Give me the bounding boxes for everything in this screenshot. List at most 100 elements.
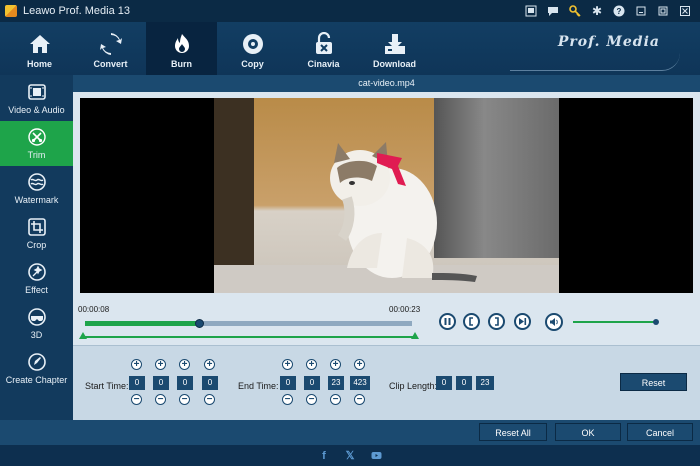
- end-min-field[interactable]: 0: [304, 376, 320, 390]
- set-end-button[interactable]: [488, 313, 505, 330]
- app-logo-icon: [5, 5, 17, 17]
- crop-icon: [27, 217, 47, 237]
- cancel-button[interactable]: Cancel: [627, 423, 693, 441]
- close-icon[interactable]: [674, 0, 696, 22]
- title-bar: Leawo Prof. Media 13 ✱ ?: [0, 0, 700, 22]
- end-sec-plus[interactable]: +: [330, 359, 341, 370]
- download-icon: [381, 32, 409, 56]
- clip-sec-field: 23: [476, 376, 494, 390]
- start-ms-plus[interactable]: +: [204, 359, 215, 370]
- youtube-icon[interactable]: [370, 450, 382, 462]
- start-sec-field[interactable]: 0: [177, 376, 193, 390]
- start-ms-minus[interactable]: −: [204, 394, 215, 405]
- end-sec-field[interactable]: 23: [328, 376, 344, 390]
- sidebar-item-label: Video & Audio: [8, 104, 65, 115]
- sidebar-item-label: Effect: [25, 285, 48, 295]
- end-ms-minus[interactable]: −: [354, 394, 365, 405]
- volume-icon[interactable]: [545, 313, 563, 331]
- window-controls: ✱ ?: [520, 0, 696, 22]
- convert-icon: [97, 32, 125, 56]
- action-bar: Reset All OK Cancel: [0, 420, 700, 445]
- chat-icon[interactable]: [542, 0, 564, 22]
- pause-button[interactable]: [439, 313, 456, 330]
- end-ms-field[interactable]: 423: [350, 376, 370, 390]
- end-time: 00:00:23: [389, 305, 421, 314]
- start-hour-plus[interactable]: +: [131, 359, 142, 370]
- sidebar-item-label: Trim: [27, 150, 46, 160]
- app-title: Leawo Prof. Media 13: [23, 5, 131, 17]
- brand-logo: Prof. Media: [557, 34, 660, 50]
- sidebar-item-crop[interactable]: Crop: [0, 211, 73, 256]
- sidebar-item-label: 3D: [30, 330, 43, 340]
- trim-icon: [27, 127, 47, 147]
- video-preview[interactable]: [80, 98, 693, 293]
- volume-knob[interactable]: [653, 319, 660, 325]
- end-min-plus[interactable]: +: [306, 359, 317, 370]
- cinavia-icon: [310, 32, 338, 56]
- copy-icon: [239, 32, 267, 56]
- video-audio-icon: [27, 82, 47, 102]
- home-icon: [26, 32, 54, 56]
- sidebar-item-label: Crop: [26, 240, 47, 250]
- progress-bar[interactable]: [85, 319, 412, 328]
- progress-knob[interactable]: [195, 319, 205, 328]
- toolbar-download-label: Download: [373, 59, 416, 69]
- trim-end-marker[interactable]: [411, 332, 419, 339]
- sidebar-item-video-audio[interactable]: Video & Audio: [0, 75, 73, 121]
- toolbar-download[interactable]: Download: [359, 22, 430, 75]
- end-sec-minus[interactable]: −: [330, 394, 341, 405]
- start-sec-minus[interactable]: −: [179, 394, 190, 405]
- file-name: cat-video.mp4: [73, 75, 700, 92]
- end-hour-field[interactable]: 0: [280, 376, 296, 390]
- toolbar-burn-label: Burn: [171, 59, 192, 69]
- toolbar-home[interactable]: Home: [4, 22, 75, 75]
- end-time-label: End Time:: [238, 381, 279, 391]
- end-hour-minus[interactable]: −: [282, 394, 293, 405]
- x-twitter-icon[interactable]: 𝕏: [344, 450, 356, 462]
- end-min-minus[interactable]: −: [306, 394, 317, 405]
- sidebar-item-effect[interactable]: Effect: [0, 256, 73, 301]
- start-time-label: Start Time:: [85, 381, 129, 391]
- progress-fill: [85, 321, 200, 326]
- start-min-minus[interactable]: −: [155, 394, 166, 405]
- start-min-field[interactable]: 0: [153, 376, 169, 390]
- reset-all-button[interactable]: Reset All: [479, 423, 547, 441]
- trim-start-marker[interactable]: [79, 332, 87, 339]
- 3d-icon: [27, 307, 47, 327]
- toolbar-cinavia[interactable]: Cinavia: [288, 22, 359, 75]
- help-icon[interactable]: ?: [608, 0, 630, 22]
- sidebar-item-trim[interactable]: Trim: [0, 121, 73, 166]
- trim-panel: cat-video.mp4 00:00:08 00:00:23 Start Ti…: [73, 75, 700, 420]
- start-sec-plus[interactable]: +: [179, 359, 190, 370]
- start-hour-field[interactable]: 0: [129, 376, 145, 390]
- sidebar-item-create-chapter[interactable]: Create Chapter: [0, 346, 73, 391]
- social-footer: f 𝕏: [0, 445, 700, 466]
- edit-sidebar: Video & Audio Trim Watermark Crop Effect…: [0, 75, 73, 420]
- trim-range: [83, 336, 417, 338]
- ok-button[interactable]: OK: [555, 423, 621, 441]
- toolbar-burn[interactable]: Burn: [146, 22, 217, 75]
- video-content-image: [330, 142, 477, 282]
- next-frame-button[interactable]: [514, 313, 531, 330]
- gear-icon[interactable]: ✱: [586, 0, 608, 22]
- sidebar-item-3d[interactable]: 3D: [0, 301, 73, 346]
- key-icon[interactable]: [564, 0, 586, 22]
- toolbar-convert[interactable]: Convert: [75, 22, 146, 75]
- maximize-icon[interactable]: [652, 0, 674, 22]
- minimize-icon[interactable]: [630, 0, 652, 22]
- start-ms-field[interactable]: 0: [202, 376, 218, 390]
- facebook-icon[interactable]: f: [318, 450, 330, 462]
- set-start-button[interactable]: [463, 313, 480, 330]
- toolbar-copy-label: Copy: [241, 59, 264, 69]
- sidebar-item-label: Create Chapter: [5, 375, 68, 385]
- toolbar-cinavia-label: Cinavia: [307, 59, 340, 69]
- reset-button[interactable]: Reset: [620, 373, 687, 391]
- cart-icon[interactable]: [520, 0, 542, 22]
- start-min-plus[interactable]: +: [155, 359, 166, 370]
- volume-slider[interactable]: [573, 319, 660, 325]
- end-hour-plus[interactable]: +: [282, 359, 293, 370]
- sidebar-item-watermark[interactable]: Watermark: [0, 166, 73, 211]
- start-hour-minus[interactable]: −: [131, 394, 142, 405]
- end-ms-plus[interactable]: +: [354, 359, 365, 370]
- toolbar-copy[interactable]: Copy: [217, 22, 288, 75]
